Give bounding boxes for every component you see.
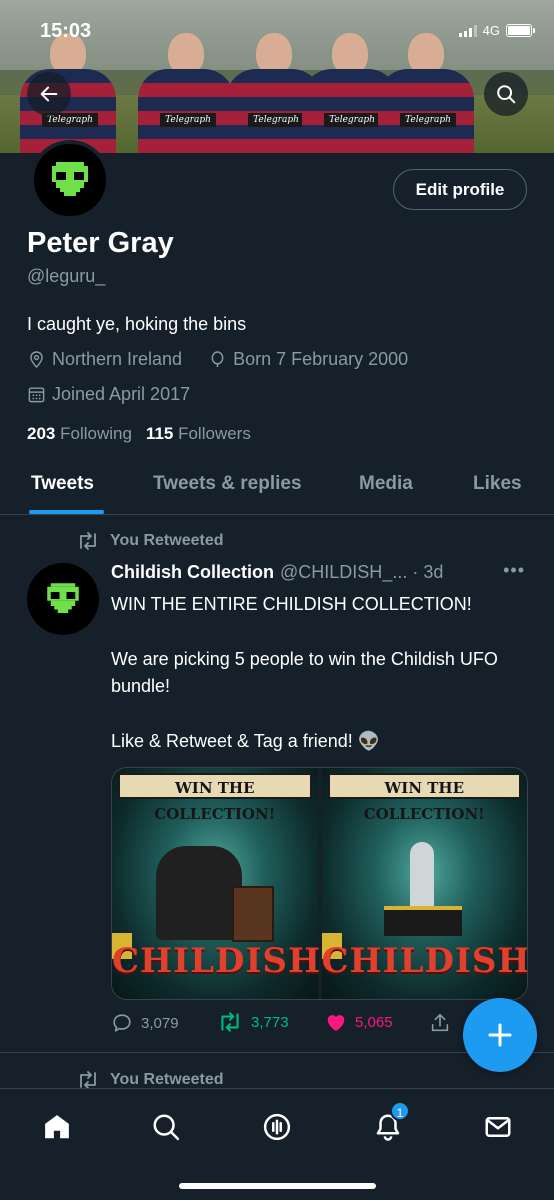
poster-title: WIN THE COLLECTION! bbox=[118, 773, 312, 823]
banner-player: Telegraph bbox=[138, 33, 234, 153]
profile-bio: I caught ye, hoking the bins bbox=[27, 314, 247, 334]
back-button[interactable] bbox=[27, 72, 71, 116]
profile-name: Peter Gray bbox=[27, 227, 174, 259]
sponsor-text: Telegraph bbox=[400, 113, 456, 127]
like-button[interactable]: 5,065 bbox=[325, 1012, 393, 1032]
tweet-header: Childish Collection @CHILDISH_... · 3d •… bbox=[111, 560, 531, 583]
retweet-context-label: You Retweeted bbox=[110, 1071, 224, 1088]
search-icon bbox=[497, 85, 516, 104]
media-image-figure[interactable]: WIN THE COLLECTION! CHILDISH bbox=[321, 768, 528, 999]
reply-icon bbox=[113, 1014, 131, 1032]
tweet-text: Like & Retweet & Tag a friend! 👽 bbox=[111, 731, 381, 751]
tweet-author-name[interactable]: Childish Collection bbox=[111, 562, 274, 583]
sponsor-text: Telegraph bbox=[160, 113, 216, 127]
profile-meta-row: Northern Ireland Born 7 February 2000 bbox=[27, 349, 408, 370]
profile-avatar[interactable] bbox=[30, 140, 110, 220]
search-button[interactable] bbox=[484, 72, 528, 116]
reply-count: 3,079 bbox=[141, 1014, 179, 1032]
figure-graphic bbox=[409, 842, 434, 914]
balloon-icon bbox=[211, 351, 224, 368]
home-indicator bbox=[179, 1183, 376, 1189]
arrow-left-icon bbox=[40, 86, 58, 102]
profile-birthdate: Born 7 February 2000 bbox=[233, 349, 409, 369]
banner-player: Telegraph bbox=[378, 33, 474, 153]
active-tab-indicator bbox=[29, 510, 104, 514]
search-icon bbox=[153, 1114, 180, 1141]
stand-graphic bbox=[383, 906, 462, 936]
retweet-icon bbox=[80, 1071, 96, 1089]
profile-joined: Joined April 2017 bbox=[52, 384, 191, 404]
edit-profile-button[interactable]: Edit profile bbox=[393, 169, 527, 210]
sponsor-text: Telegraph bbox=[248, 113, 304, 127]
hoodie-graphic bbox=[156, 846, 242, 940]
profile-meta-row: Joined April 2017 bbox=[27, 384, 190, 405]
tweet-text: We are picking 5 people to win the Child… bbox=[111, 649, 498, 696]
tweet-media[interactable]: WIN THE COLLECTION! CHILDISH WIN THE COL… bbox=[111, 767, 528, 1000]
poster-brand: CHILDISH bbox=[321, 941, 528, 981]
following-link[interactable]: 203 Following bbox=[27, 424, 132, 444]
spaces-icon bbox=[263, 1113, 291, 1141]
tab-tweets-replies[interactable]: Tweets & replies bbox=[153, 473, 302, 495]
reply-button[interactable]: 3,079 bbox=[111, 1012, 179, 1034]
poster-brand: CHILDISH bbox=[112, 941, 322, 981]
followers-link[interactable]: 115 Followers bbox=[146, 424, 251, 444]
retweet-icon bbox=[221, 1012, 239, 1032]
status-indicators: 4G bbox=[458, 23, 535, 38]
nav-home[interactable] bbox=[37, 1107, 77, 1147]
share-button[interactable] bbox=[429, 1012, 451, 1034]
mail-icon bbox=[485, 1117, 511, 1137]
tweet-meta: @CHILDISH_... · 3d bbox=[280, 562, 444, 582]
home-icon bbox=[45, 1115, 69, 1139]
compose-tweet-button[interactable] bbox=[463, 998, 537, 1072]
battery-icon bbox=[506, 24, 535, 37]
location-pin-icon bbox=[30, 351, 43, 369]
retweet-count: 3,773 bbox=[251, 1013, 289, 1031]
tab-likes[interactable]: Likes bbox=[473, 473, 522, 495]
share-icon bbox=[431, 1013, 449, 1032]
alien-icon bbox=[52, 162, 88, 196]
plus-icon bbox=[488, 1023, 512, 1047]
calendar-icon bbox=[28, 387, 45, 403]
nav-messages[interactable] bbox=[478, 1107, 518, 1147]
retweet-context: You Retweeted bbox=[76, 1071, 224, 1089]
status-time: 15:03 bbox=[40, 20, 92, 42]
nav-spaces[interactable] bbox=[257, 1107, 297, 1147]
tweet-text: WIN THE ENTIRE CHILDISH COLLECTION! bbox=[111, 594, 472, 614]
box-graphic bbox=[232, 886, 274, 942]
retweet-context-label: You Retweeted bbox=[110, 532, 224, 549]
retweet-button[interactable]: 3,773 bbox=[217, 1012, 289, 1032]
like-count: 5,065 bbox=[355, 1013, 393, 1031]
network-type: 4G bbox=[482, 23, 500, 38]
retweet-context: You Retweeted bbox=[76, 532, 224, 550]
tweet-author-avatar[interactable] bbox=[27, 563, 99, 635]
profile-handle: @leguru_ bbox=[27, 266, 106, 286]
tweet-actions: 3,079 3,773 5,065 bbox=[111, 1012, 471, 1038]
profile-location: Northern Ireland bbox=[52, 349, 183, 369]
sponsor-text: Telegraph bbox=[324, 113, 380, 127]
follow-stats: 203 Following 115 Followers bbox=[27, 424, 251, 444]
poster-title: WIN THE COLLECTION! bbox=[327, 773, 521, 823]
nav-notifications[interactable]: 1 bbox=[368, 1101, 410, 1147]
profile-tabs: Tweets Tweets & replies Media Likes bbox=[0, 459, 554, 515]
retweet-icon bbox=[80, 532, 96, 550]
alien-icon bbox=[47, 583, 79, 613]
heart-filled-icon bbox=[327, 1015, 345, 1032]
nav-search[interactable] bbox=[146, 1107, 186, 1147]
tab-media[interactable]: Media bbox=[359, 473, 413, 495]
tab-tweets[interactable]: Tweets bbox=[31, 473, 94, 495]
signal-icon bbox=[458, 24, 477, 37]
notification-badge: 1 bbox=[390, 1101, 410, 1121]
media-image-hoodie[interactable]: WIN THE COLLECTION! CHILDISH bbox=[112, 768, 322, 999]
more-options-button[interactable]: ••• bbox=[503, 560, 525, 581]
